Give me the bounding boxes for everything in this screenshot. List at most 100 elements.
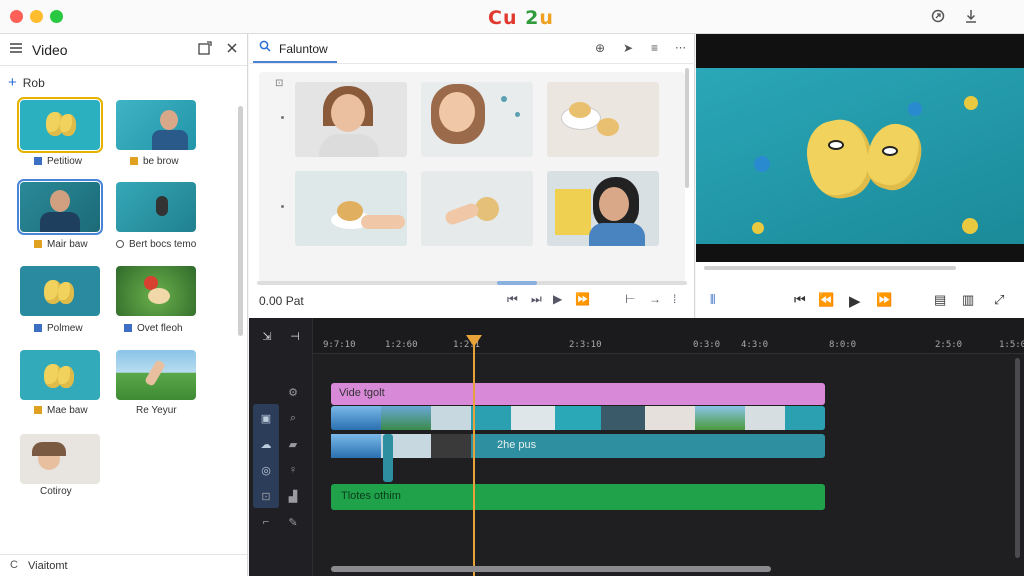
audio-clip[interactable]: Tlotes othim [331,484,825,510]
timeline-hscrollbar[interactable] [331,566,771,572]
mark-in-icon[interactable]: ⊢ [625,292,635,306]
video-preview[interactable] [696,34,1024,262]
grid-dots-icon[interactable]: ⁞ [673,292,676,306]
ruler-label: 1:2:60 [385,340,418,350]
broll-handle[interactable] [383,434,393,482]
media-label-8: Re Yeyur [136,405,177,416]
media-label-5: Polmew [34,323,83,334]
grid-toggle-icon[interactable]: ⊡ [275,78,283,89]
menu-icon[interactable] [9,41,23,58]
search-input[interactable]: Faluntow [279,42,328,56]
refresh-icon[interactable]: C [10,559,18,571]
media-thumb-4[interactable] [116,182,196,232]
rewind-icon[interactable]: ⏪ [818,292,834,308]
media-thumb-7[interactable] [20,350,100,400]
prev-frame-icon[interactable]: ⏮ [507,292,518,307]
split-icon[interactable]: ⊣ [287,330,303,343]
add-item-button[interactable]: + Rob [8,74,45,91]
ruler-label: 8:0:0 [829,340,857,350]
media-thumb-9[interactable] [20,434,100,484]
media-thumb-2[interactable] [116,100,196,150]
title-clip[interactable]: Vide tgolt [331,383,825,405]
grid-item-4[interactable] [295,171,407,246]
maximize-window-button[interactable] [50,10,63,23]
filter-icon[interactable]: ≡ [651,41,658,55]
ruler-label: 2:3:10 [569,340,602,350]
playhead-handle[interactable] [466,335,482,347]
fast-forward-icon[interactable]: ⏩ [575,292,590,306]
share-icon[interactable] [929,8,947,26]
broll-clip[interactable]: 2he pus [331,434,825,458]
media-thumb-8[interactable] [116,350,196,400]
media-thumb-3[interactable] [17,179,103,235]
search-bar: Faluntow ⊕ ➤ ≡ ⋯ [249,34,695,64]
minimize-window-button[interactable] [30,10,43,23]
globe-icon[interactable]: ⊕ [595,41,605,55]
close-window-button[interactable] [10,10,23,23]
media-time: 0.00 Pat [259,294,304,308]
preview-frame [696,68,1024,244]
prev-icon[interactable]: ⏮ [794,292,806,308]
media-thumb-1[interactable] [17,97,103,153]
grid-item-2[interactable] [421,82,533,157]
new-folder-icon[interactable] [198,41,212,58]
audio-levels-icon[interactable]: ⫴ [710,292,715,308]
media-label-3: Mair baw [34,239,88,250]
car-icon[interactable]: ▰ [285,438,301,451]
close-icon[interactable] [226,41,238,57]
search-icon[interactable] [259,40,271,55]
time-ruler[interactable]: 9:7:10 1:2:60 1:2:1 2:3:10 0:3:0 4:3:0 8… [313,318,1024,354]
search-underline [253,61,337,63]
fullscreen-icon[interactable]: ⤢ [994,292,1004,308]
caption-track-icon[interactable]: ⊡ [258,490,274,503]
media-scrollbar[interactable] [257,281,687,285]
media-label-7: Mae baw [34,405,88,416]
media-vscrollbar[interactable] [685,68,689,188]
layers-icon[interactable]: ▟ [285,490,301,503]
preview-scrubber[interactable] [704,266,956,270]
next-frame-icon[interactable]: ⏭ [531,292,542,307]
play-icon[interactable]: ▶ [553,292,562,306]
video-track-icon[interactable]: ▣ [258,412,274,425]
arrow-right-icon[interactable]: → [649,292,661,306]
pen-icon[interactable]: ✎ [285,516,301,529]
grid-item-1[interactable] [295,82,407,157]
media-label-6: Ovet fleoh [124,323,183,334]
grid-item-5[interactable] [421,171,533,246]
preview-panel: ⫴ ⏮ ⏪ ▶ ⏩ ▤ ▥ ⤢ [696,34,1024,318]
grid-item-6[interactable] [547,171,659,246]
import-icon[interactable]: ⇲ [259,330,275,343]
title-bar: Cu 2u [0,0,1024,34]
playhead[interactable] [473,336,475,576]
footer-label: Viaitomt [28,560,68,572]
captions-icon[interactable]: ▤ [934,292,946,308]
media-thumb-6[interactable] [116,266,196,316]
grid-item-3[interactable] [547,82,659,157]
broll-clip-label: 2he pus [497,439,537,451]
more-icon[interactable]: ⋯ [675,41,686,54]
ruler-label: 9:7:10 [323,340,356,350]
search-track-icon[interactable]: ⌕ [285,412,301,425]
timeline-sidebar: ⇲ ⊣ ⚙ ▣ ⌕ ☁ ▰ ◎ ♀ ⊡ ▟ ⌐ ✎ [249,318,313,576]
mic-icon[interactable]: ♀ [285,464,301,476]
send-icon[interactable]: ➤ [623,41,633,55]
video-clip[interactable] [331,406,825,430]
safe-area-icon[interactable]: ▥ [962,292,974,308]
ruler-label: 1:5:0 [999,340,1024,350]
preview-play-icon[interactable]: ▶ [849,292,861,310]
media-browser: Faluntow ⊕ ➤ ≡ ⋯ ⊡ 0.00 Pat ⏮ ⏭ ▶ ⏩ ⊢ → … [249,34,695,318]
media-label-4: Bert bocs temo [116,239,196,250]
panel-footer: C Viaitomt [0,554,247,576]
effects-icon[interactable]: ◎ [258,464,274,477]
gear-icon[interactable]: ⚙ [285,386,301,399]
left-scrollbar[interactable] [238,106,243,336]
link-icon[interactable]: ⌐ [258,516,274,528]
media-label-9: Cotiroy [40,486,72,497]
cloud-icon[interactable]: ☁ [258,438,274,451]
download-icon[interactable] [962,8,980,26]
media-thumb-5[interactable] [20,266,100,316]
preview-fast-forward-icon[interactable]: ⏩ [876,292,892,308]
title-clip-label: Vide tgolt [339,387,385,399]
timeline-vscrollbar[interactable] [1015,358,1020,558]
app-window: Cu 2u Video + Rob Petitiow be brow Mair … [0,0,1024,576]
